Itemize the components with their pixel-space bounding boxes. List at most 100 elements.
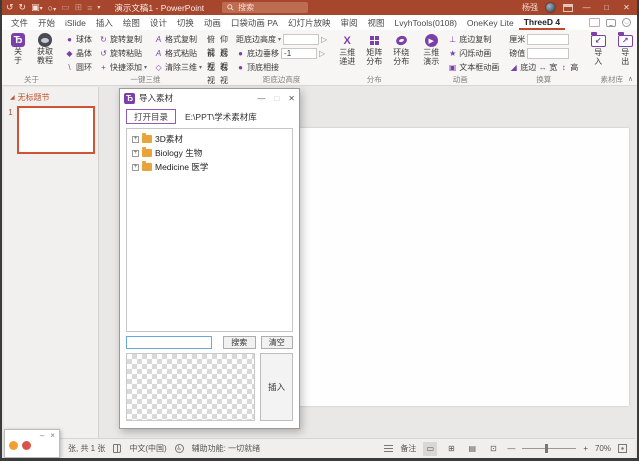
matrix-distribute-button[interactable]: 矩阵 分布: [362, 32, 386, 66]
get-tutorial-button[interactable]: 获取 教程: [33, 32, 57, 65]
fit-to-window-icon[interactable]: [618, 444, 627, 453]
slide-thumbnail[interactable]: [17, 106, 95, 154]
dialog-close-button[interactable]: ✕: [288, 94, 295, 103]
view-top-button[interactable]: 俯视: [207, 33, 215, 46]
normal-view-button[interactable]: ▭: [423, 442, 437, 456]
tab-onekey-lite[interactable]: OneKey Lite: [462, 15, 519, 30]
view-bottom-button[interactable]: 仰视: [220, 33, 228, 46]
tab-lvyhtools[interactable]: LvyhTools(0108): [390, 15, 462, 30]
slide-sorter-view-button[interactable]: ⊞: [444, 442, 458, 456]
tab-view[interactable]: 视图: [363, 15, 390, 30]
close-button[interactable]: ✕: [620, 3, 633, 12]
collapse-ribbon-icon[interactable]: ∧: [628, 75, 633, 83]
height-button[interactable]: 高: [570, 62, 578, 73]
dialog-title-bar[interactable]: Ђ 导入素材 — □ ✕: [120, 89, 299, 107]
zoom-out-button[interactable]: —: [507, 444, 515, 453]
share-icon[interactable]: [589, 18, 600, 27]
mini-tool-icon-red[interactable]: [22, 441, 31, 450]
tab-design[interactable]: 设计: [145, 15, 172, 30]
rotate-paste-button[interactable]: ↺旋转粘贴: [97, 47, 149, 60]
tab-islide[interactable]: iSlide: [60, 15, 91, 30]
accessibility-status[interactable]: 辅助功能: 一切就绪: [192, 443, 260, 454]
rotate-copy-button[interactable]: ↻旋转复制: [97, 33, 149, 46]
bottom-offset-row[interactable]: ● 底边垂移 ▷: [234, 47, 329, 60]
pt-input[interactable]: [527, 48, 569, 59]
bottom-offset-input[interactable]: [281, 48, 317, 59]
ring-button[interactable]: \圆环: [63, 61, 94, 74]
zoom-slider[interactable]: [522, 448, 576, 449]
shape-tool-icon[interactable]: ▣▾: [31, 2, 43, 13]
dialog-minimize-button[interactable]: —: [257, 94, 265, 103]
ring-distribute-button[interactable]: 环绕 分布: [389, 32, 413, 66]
tab-review[interactable]: 审阅: [336, 15, 363, 30]
flash-animation-button[interactable]: ★闪烁动画: [446, 47, 501, 60]
tab-slideshow[interactable]: 幻灯片放映: [283, 15, 336, 30]
import-button[interactable]: ↙ 导 入: [586, 32, 610, 66]
bottom-edge-button[interactable]: 底边: [520, 62, 536, 73]
section-collapse-icon[interactable]: ◢: [10, 94, 15, 101]
3d-progressive-button[interactable]: X 三维 递进: [335, 32, 359, 66]
clear-3d-button[interactable]: ◇清除三维▾: [152, 61, 204, 74]
view-left-button[interactable]: 左视: [207, 61, 215, 74]
notes-toggle[interactable]: 备注: [400, 443, 416, 454]
quick-add-button[interactable]: +快捷添加▾: [97, 61, 149, 74]
bottom-copy-button[interactable]: ⊥底边复制: [446, 33, 501, 46]
top-bottom-connect-button[interactable]: ● 顶底相接: [234, 61, 329, 74]
open-directory-button[interactable]: 打开目录: [126, 109, 176, 124]
bottom-height-input[interactable]: [283, 34, 319, 45]
slideshow-view-button[interactable]: ⊡: [486, 442, 500, 456]
tab-draw[interactable]: 绘图: [118, 15, 145, 30]
view-back-button[interactable]: 后视: [220, 47, 228, 60]
tab-transitions[interactable]: 切换: [172, 15, 199, 30]
about-button[interactable]: Ђ 关 于: [6, 32, 30, 65]
tab-animations[interactable]: 动画: [199, 15, 226, 30]
user-name[interactable]: 杨强: [522, 2, 538, 13]
textbox-animation-button[interactable]: ▣文本框动画: [446, 61, 501, 74]
proofing-icon[interactable]: [113, 444, 121, 453]
tab-insert[interactable]: 插入: [91, 15, 118, 30]
feedback-icon[interactable]: ◡: [622, 18, 631, 27]
apply-offset-icon[interactable]: ▷: [319, 49, 325, 58]
comment-icon[interactable]: [606, 19, 616, 27]
minimize-button[interactable]: —: [580, 3, 593, 12]
expand-icon[interactable]: +: [132, 164, 139, 171]
expand-icon[interactable]: +: [132, 136, 139, 143]
zoom-in-button[interactable]: +: [583, 444, 588, 453]
tree-item-medicine[interactable]: + Medicine 医学: [127, 160, 292, 174]
mini-close-button[interactable]: ×: [50, 431, 55, 440]
select-tool-icon[interactable]: ○▾: [48, 3, 56, 13]
view-right-button[interactable]: 右视: [220, 61, 228, 74]
ribbon-display-options-icon[interactable]: [563, 4, 573, 12]
tab-home[interactable]: 开始: [33, 15, 60, 30]
mini-minimize-button[interactable]: –: [40, 431, 44, 440]
search-button[interactable]: 搜索: [223, 336, 256, 349]
tree-item-3d[interactable]: + 3D素材: [127, 132, 292, 146]
view-front-button[interactable]: 前视: [207, 47, 215, 60]
cm-input[interactable]: [527, 34, 569, 45]
search-box[interactable]: 搜索: [222, 2, 308, 13]
clear-button[interactable]: 清空: [261, 336, 294, 349]
maximize-button[interactable]: □: [600, 3, 613, 12]
3d-show-button[interactable]: ▶ 三维 演示: [419, 32, 443, 66]
bottom-height-row[interactable]: 距底边高度▾ ▷: [234, 33, 329, 46]
sphere-button[interactable]: ●球体: [63, 33, 94, 46]
apply-height-icon[interactable]: ▷: [321, 35, 327, 44]
avatar[interactable]: [545, 2, 556, 13]
reading-view-button[interactable]: ▤: [465, 442, 479, 456]
insert-button[interactable]: 插入: [260, 353, 293, 421]
material-search-input[interactable]: [126, 336, 212, 349]
tab-threed4[interactable]: ThreeD 4: [519, 15, 565, 30]
language[interactable]: 中文(中国): [129, 443, 166, 454]
redo-icon[interactable]: ↻: [19, 2, 27, 13]
zoom-level[interactable]: 70%: [595, 444, 611, 453]
format-copy-button[interactable]: A格式复制: [152, 33, 204, 46]
width-button[interactable]: 宽: [549, 62, 557, 73]
zoom-slider-thumb[interactable]: [545, 444, 548, 453]
format-paste-button[interactable]: A格式粘贴: [152, 47, 204, 60]
tab-file[interactable]: 文件: [6, 15, 33, 30]
export-button[interactable]: ↗ 导 出: [613, 32, 637, 66]
section-header[interactable]: ◢ 无标题节: [4, 87, 98, 106]
expand-icon[interactable]: +: [132, 150, 139, 157]
tree-item-biology[interactable]: + Biology 生物: [127, 146, 292, 160]
mini-tool-icon-orange[interactable]: [9, 441, 18, 450]
